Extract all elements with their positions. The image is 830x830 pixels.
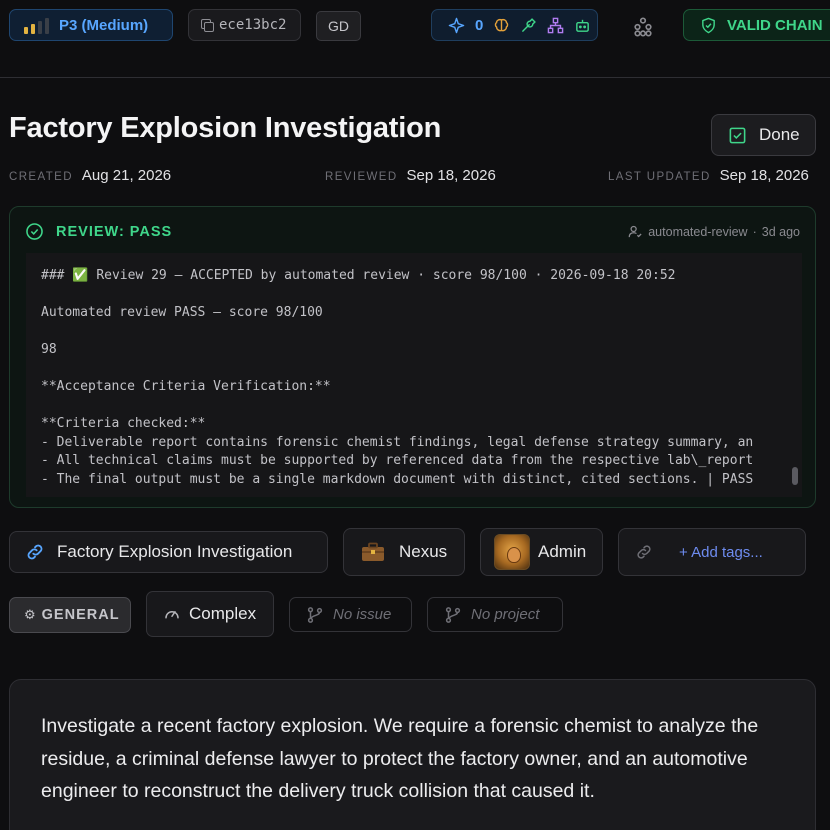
hash-value: ece13bc2 <box>219 17 287 33</box>
done-button[interactable]: Done <box>711 114 816 156</box>
review-body[interactable]: ### ✅ Review 29 — ACCEPTED by automated … <box>26 253 802 497</box>
top-bar: P3 (Medium) ece13bc2 GD 0 VALID CHAIN <box>0 0 830 78</box>
add-tags-label: + Add tags... <box>679 543 763 561</box>
reviewed-label: REVIEWED <box>325 171 398 183</box>
check-circle-icon <box>26 223 43 240</box>
copy-icon <box>201 19 214 32</box>
owner-tag[interactable]: Admin <box>480 528 603 576</box>
initials-badge[interactable]: GD <box>316 11 361 41</box>
sparkle-icon <box>448 17 465 33</box>
graph-icon[interactable] <box>632 16 654 38</box>
link-icon <box>637 545 651 559</box>
complexity-label: Complex <box>189 604 257 623</box>
wrench-icon[interactable] <box>520 17 537 34</box>
lion-avatar <box>494 534 530 570</box>
review-header: REVIEW: PASS <box>25 222 172 241</box>
meta-separator: · <box>752 224 757 239</box>
hierarchy-icon[interactable] <box>547 17 564 34</box>
updated-value: Sep 18, 2026 <box>719 167 809 184</box>
review-status: REVIEW: PASS <box>56 223 173 240</box>
user-check-icon <box>628 225 642 238</box>
team-label: Nexus <box>399 542 448 561</box>
category-badge[interactable]: ⚙ GENERAL <box>9 597 131 633</box>
agent-count: 0 <box>475 16 484 34</box>
add-tags-button[interactable]: + Add tags... <box>618 528 806 576</box>
review-text: ### ✅ Review 29 — ACCEPTED by automated … <box>41 268 754 487</box>
shield-check-icon <box>702 17 715 33</box>
review-scrollbar[interactable] <box>792 467 798 485</box>
created-date: CREATED Aug 21, 2026 <box>9 167 171 184</box>
owner-label: Admin <box>538 542 587 561</box>
reviewed-value: Sep 18, 2026 <box>406 167 496 184</box>
gauge-icon <box>165 611 179 619</box>
updated-date: LAST UPDATED Sep 18, 2026 <box>608 167 809 184</box>
page-title: Factory Explosion Investigation <box>9 112 442 144</box>
linked-task-label: Factory Explosion Investigation <box>57 542 293 561</box>
created-value: Aug 21, 2026 <box>81 167 172 184</box>
issue-label: No issue <box>333 606 392 623</box>
priority-label: P3 (Medium) <box>59 16 149 34</box>
done-label: Done <box>759 125 800 144</box>
initials-label: GD <box>328 18 349 34</box>
chain-status-badge[interactable]: VALID CHAIN <box>683 9 830 41</box>
branch-icon <box>307 606 323 623</box>
link-icon <box>27 544 43 560</box>
review-meta: automated-review · 3d ago <box>628 224 800 239</box>
briefcase-icon <box>362 542 384 561</box>
category-label: GENERAL <box>41 607 120 623</box>
updated-label: LAST UPDATED <box>608 171 711 183</box>
project-link[interactable]: No project <box>427 597 563 632</box>
gear-icon: ⚙ <box>24 607 37 622</box>
review-time: 3d ago <box>761 224 800 239</box>
description-panel: Investigate a recent factory explosion. … <box>9 679 816 830</box>
reviewed-date: REVIEWED Sep 18, 2026 <box>325 167 496 184</box>
team-tag[interactable]: Nexus <box>343 528 465 576</box>
created-label: CREATED <box>9 171 73 183</box>
task-hash[interactable]: ece13bc2 <box>188 9 301 41</box>
linked-task-tag[interactable]: Factory Explosion Investigation <box>9 531 328 573</box>
priority-bars-icon <box>24 18 49 34</box>
review-panel: REVIEW: PASS automated-review · 3d ago #… <box>9 206 816 508</box>
bot-icon[interactable] <box>574 17 591 34</box>
check-square-icon <box>729 127 746 143</box>
agent-toolbar[interactable]: 0 <box>431 9 598 41</box>
issue-link[interactable]: No issue <box>289 597 412 632</box>
brain-icon[interactable] <box>493 17 510 34</box>
project-label: No project <box>471 606 540 623</box>
description-text: Investigate a recent factory explosion. … <box>41 715 759 802</box>
chain-status-label: VALID CHAIN <box>727 16 823 34</box>
priority-badge[interactable]: P3 (Medium) <box>9 9 173 41</box>
reviewer-name: automated-review <box>648 224 748 239</box>
complexity-badge[interactable]: Complex <box>146 591 274 637</box>
branch-icon <box>445 606 461 623</box>
